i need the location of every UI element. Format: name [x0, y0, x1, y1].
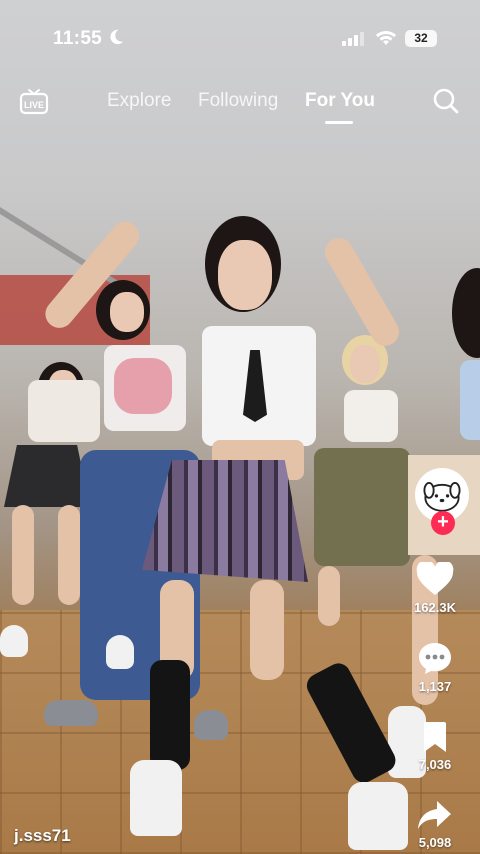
moon-icon: [110, 29, 124, 45]
live-icon[interactable]: LIVE: [19, 86, 49, 116]
share-arrow-icon[interactable]: [417, 799, 453, 831]
save-count: 7,036: [418, 757, 452, 772]
status-time: 11:55: [53, 28, 103, 49]
creator-avatar-wrap[interactable]: +: [415, 468, 469, 535]
top-nav: LIVE Explore Following For You: [0, 84, 480, 124]
share-action[interactable]: 5,098: [390, 799, 480, 850]
follow-plus-button[interactable]: +: [431, 511, 455, 535]
save-action[interactable]: 7,036: [390, 721, 480, 772]
tab-following[interactable]: Following: [198, 90, 278, 112]
tab-for-you[interactable]: For You: [305, 90, 375, 112]
search-icon[interactable]: [432, 87, 460, 115]
bookmark-icon[interactable]: [421, 721, 449, 753]
like-count: 162.3K: [414, 600, 456, 615]
share-count: 5,098: [418, 835, 452, 850]
like-action[interactable]: 162.3K: [390, 562, 480, 615]
tab-explore[interactable]: Explore: [107, 90, 171, 112]
comment-action[interactable]: 1,137: [390, 641, 480, 694]
creator-username[interactable]: j.sss71: [14, 826, 71, 846]
signal-icon: [342, 32, 364, 46]
comment-icon[interactable]: [417, 641, 453, 675]
comment-count: 1,137: [418, 679, 452, 694]
wifi-icon: [376, 31, 396, 45]
active-tab-indicator: [325, 121, 353, 124]
heart-icon[interactable]: [416, 562, 454, 596]
live-label: LIVE: [24, 100, 44, 110]
battery-indicator: 32: [405, 30, 437, 47]
status-bar: 11:55 32: [0, 0, 480, 70]
